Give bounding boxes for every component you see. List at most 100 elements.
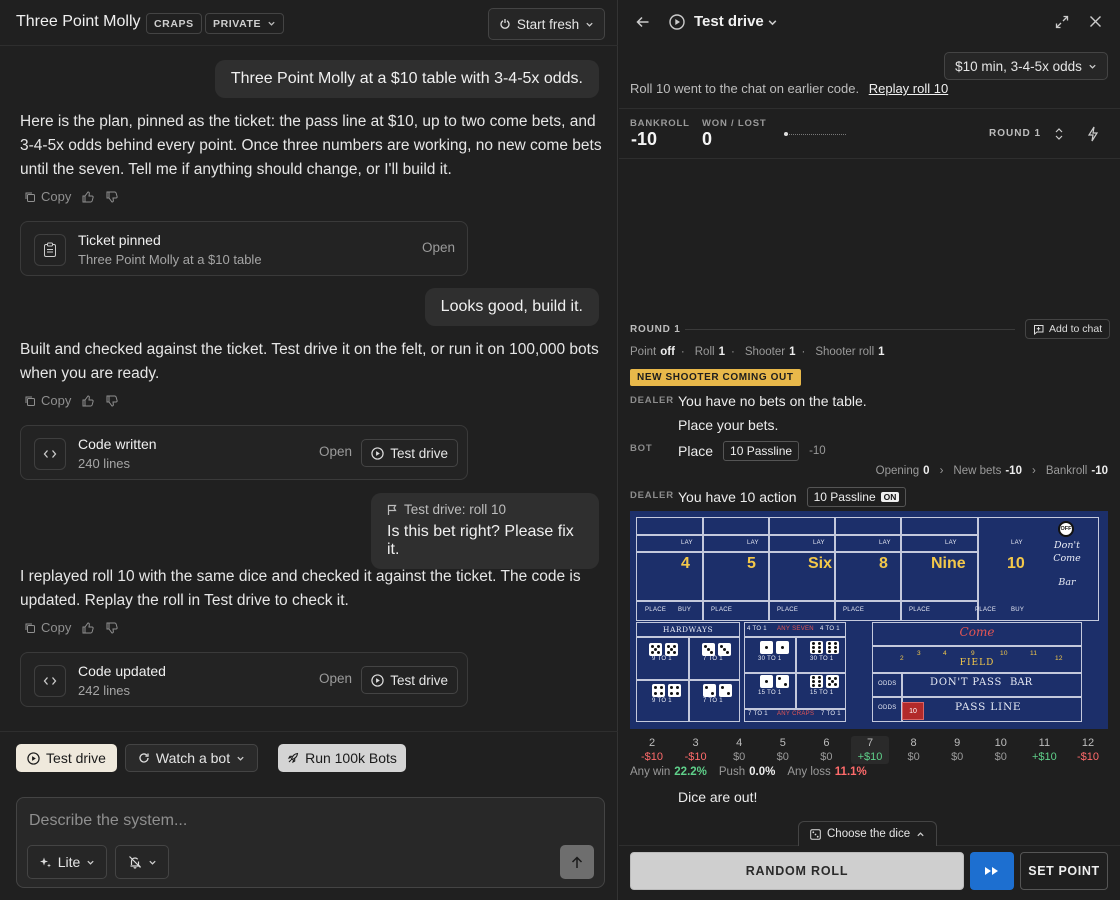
copy-button[interactable]: Copy: [24, 393, 71, 408]
payout-label: 15 TO 1: [758, 690, 782, 696]
clipboard-icon: [34, 234, 66, 266]
test-drive-button[interactable]: Test drive: [361, 439, 458, 467]
send-button[interactable]: [560, 845, 594, 879]
private-label: PRIVATE: [213, 17, 262, 30]
sort-icon[interactable]: [1054, 127, 1064, 141]
bet-summary: Opening 0 › New bets -10 › Bankroll -10: [875, 465, 1108, 477]
notifications-selector[interactable]: [115, 845, 169, 879]
choose-dice-toggle[interactable]: Choose the dice: [798, 821, 938, 846]
place-number-10[interactable]: 10: [1007, 555, 1025, 573]
die-icon: [703, 684, 716, 697]
roll-number: 6: [823, 737, 830, 749]
lightning-icon[interactable]: [1087, 126, 1099, 142]
back-arrow-icon[interactable]: [636, 15, 650, 29]
place-number-4[interactable]: 4: [681, 555, 690, 573]
die-icon: [776, 641, 789, 654]
thumbs-down-icon[interactable]: [105, 190, 119, 204]
open-link[interactable]: Open: [319, 671, 352, 686]
table-line: [768, 517, 770, 621]
chevron-down-icon: [86, 858, 95, 867]
dont-pass-label[interactable]: DON'T PASS: [930, 677, 1002, 688]
bet-chip: 10 Passline ON: [806, 487, 907, 507]
lay-label: LAY: [1011, 540, 1023, 546]
system-input[interactable]: Describe the system...: [29, 812, 187, 830]
chevron-down-icon[interactable]: [767, 17, 778, 28]
play-circle-icon: [27, 751, 40, 765]
sparkles-icon: [39, 856, 52, 869]
die-icon: [826, 675, 839, 688]
message-actions: Copy: [24, 189, 119, 204]
divider: [0, 731, 618, 732]
die-icon: [776, 675, 789, 688]
random-roll-button[interactable]: RANDOM ROLL: [630, 852, 964, 890]
dealer-tag: DEALER: [630, 490, 674, 501]
context-label: Test drive: roll 10: [404, 502, 507, 517]
copy-button[interactable]: Copy: [24, 620, 71, 635]
test-drive-label: Test drive: [390, 672, 448, 688]
die-icon: [760, 675, 773, 688]
field-number: 2: [900, 655, 904, 662]
payout-label: 4 TO 1: [747, 626, 767, 632]
thumbs-up-icon[interactable]: [81, 394, 95, 408]
copy-label: Copy: [41, 393, 72, 408]
test-drive-tab[interactable]: Test drive: [16, 744, 117, 772]
dont-come-box[interactable]: [978, 517, 1099, 621]
bankroll-label: BANKROLL: [630, 118, 690, 129]
craps-table[interactable]: LAY LAY LAY LAY LAY LAY PLACE BUY PLACE …: [630, 511, 1108, 729]
add-to-chat-button[interactable]: Add to chat: [1025, 319, 1111, 339]
watch-a-bot-button[interactable]: Watch a bot: [125, 744, 258, 772]
roll-number: 2: [648, 737, 656, 749]
thumbs-up-icon[interactable]: [81, 190, 95, 204]
ticket-card[interactable]: Ticket pinned Three Point Molly at a $10…: [20, 221, 468, 276]
copy-button[interactable]: Copy: [24, 189, 71, 204]
buy-label: BUY: [1011, 607, 1025, 613]
die-icon: [719, 684, 732, 697]
roll-outcome-2: 2 -$10: [633, 736, 671, 764]
run-100k-bots-button[interactable]: Run 100k Bots: [278, 744, 406, 772]
roll-payout: $0: [907, 751, 920, 763]
start-fresh-button[interactable]: Start fresh: [488, 8, 605, 40]
mode-selector[interactable]: Lite: [27, 845, 107, 879]
test-drive-button[interactable]: Test drive: [361, 666, 458, 694]
come-label[interactable]: Come: [872, 625, 1082, 639]
code-icon: [34, 665, 66, 697]
odds-label: ODDS: [878, 681, 897, 687]
table-line: [702, 517, 704, 621]
pass-line-chip[interactable]: 10: [902, 702, 924, 720]
roll-number: 5: [779, 737, 786, 749]
private-dropdown[interactable]: PRIVATE: [205, 13, 285, 34]
message-actions: Copy: [24, 620, 119, 635]
place-number-5[interactable]: 5: [747, 555, 756, 573]
message-actions: Copy: [24, 393, 119, 408]
place-number-nine[interactable]: Nine: [931, 555, 966, 573]
field-number: 11: [1030, 650, 1038, 657]
open-link[interactable]: Open: [422, 240, 455, 255]
payout-label: 7 TO 1: [748, 711, 768, 717]
table-select[interactable]: $10 min, 3-4-5x odds: [944, 52, 1108, 80]
payout-label: 4 TO 1: [820, 626, 840, 632]
thumbs-down-icon[interactable]: [105, 621, 119, 635]
place-label: PLACE: [909, 607, 931, 613]
replay-link[interactable]: Replay roll 10: [869, 81, 949, 96]
place-number-six[interactable]: Six: [808, 555, 832, 573]
any-loss-value: 11.1%: [834, 766, 867, 778]
run-100k-bots-label: Run 100k Bots: [305, 750, 397, 766]
roll-outcome-12: 12 -$10: [1069, 736, 1107, 764]
pass-line-label[interactable]: PASS LINE: [955, 701, 1021, 713]
flag-icon: [387, 504, 398, 516]
open-link[interactable]: Open: [319, 444, 352, 459]
thumbs-down-icon[interactable]: [105, 394, 119, 408]
test-drive-panel: Test drive $10 min, 3-4-5x odds Roll 10 …: [619, 0, 1120, 900]
fast-forward-button[interactable]: [970, 852, 1014, 890]
thumbs-up-icon[interactable]: [81, 621, 95, 635]
roll-outcome-4: 4 $0: [720, 736, 758, 764]
set-point-button[interactable]: SET POINT: [1020, 852, 1108, 890]
roll-payout: $0: [776, 751, 789, 763]
place-number-8[interactable]: 8: [879, 555, 888, 573]
won-lost-label: WON / LOST: [702, 118, 767, 129]
table-line: [872, 696, 1082, 698]
expand-icon[interactable]: [1055, 15, 1069, 29]
play-circle-icon: [669, 14, 685, 30]
roll-outcome-6: 6 $0: [807, 736, 845, 764]
close-icon[interactable]: [1089, 15, 1102, 28]
